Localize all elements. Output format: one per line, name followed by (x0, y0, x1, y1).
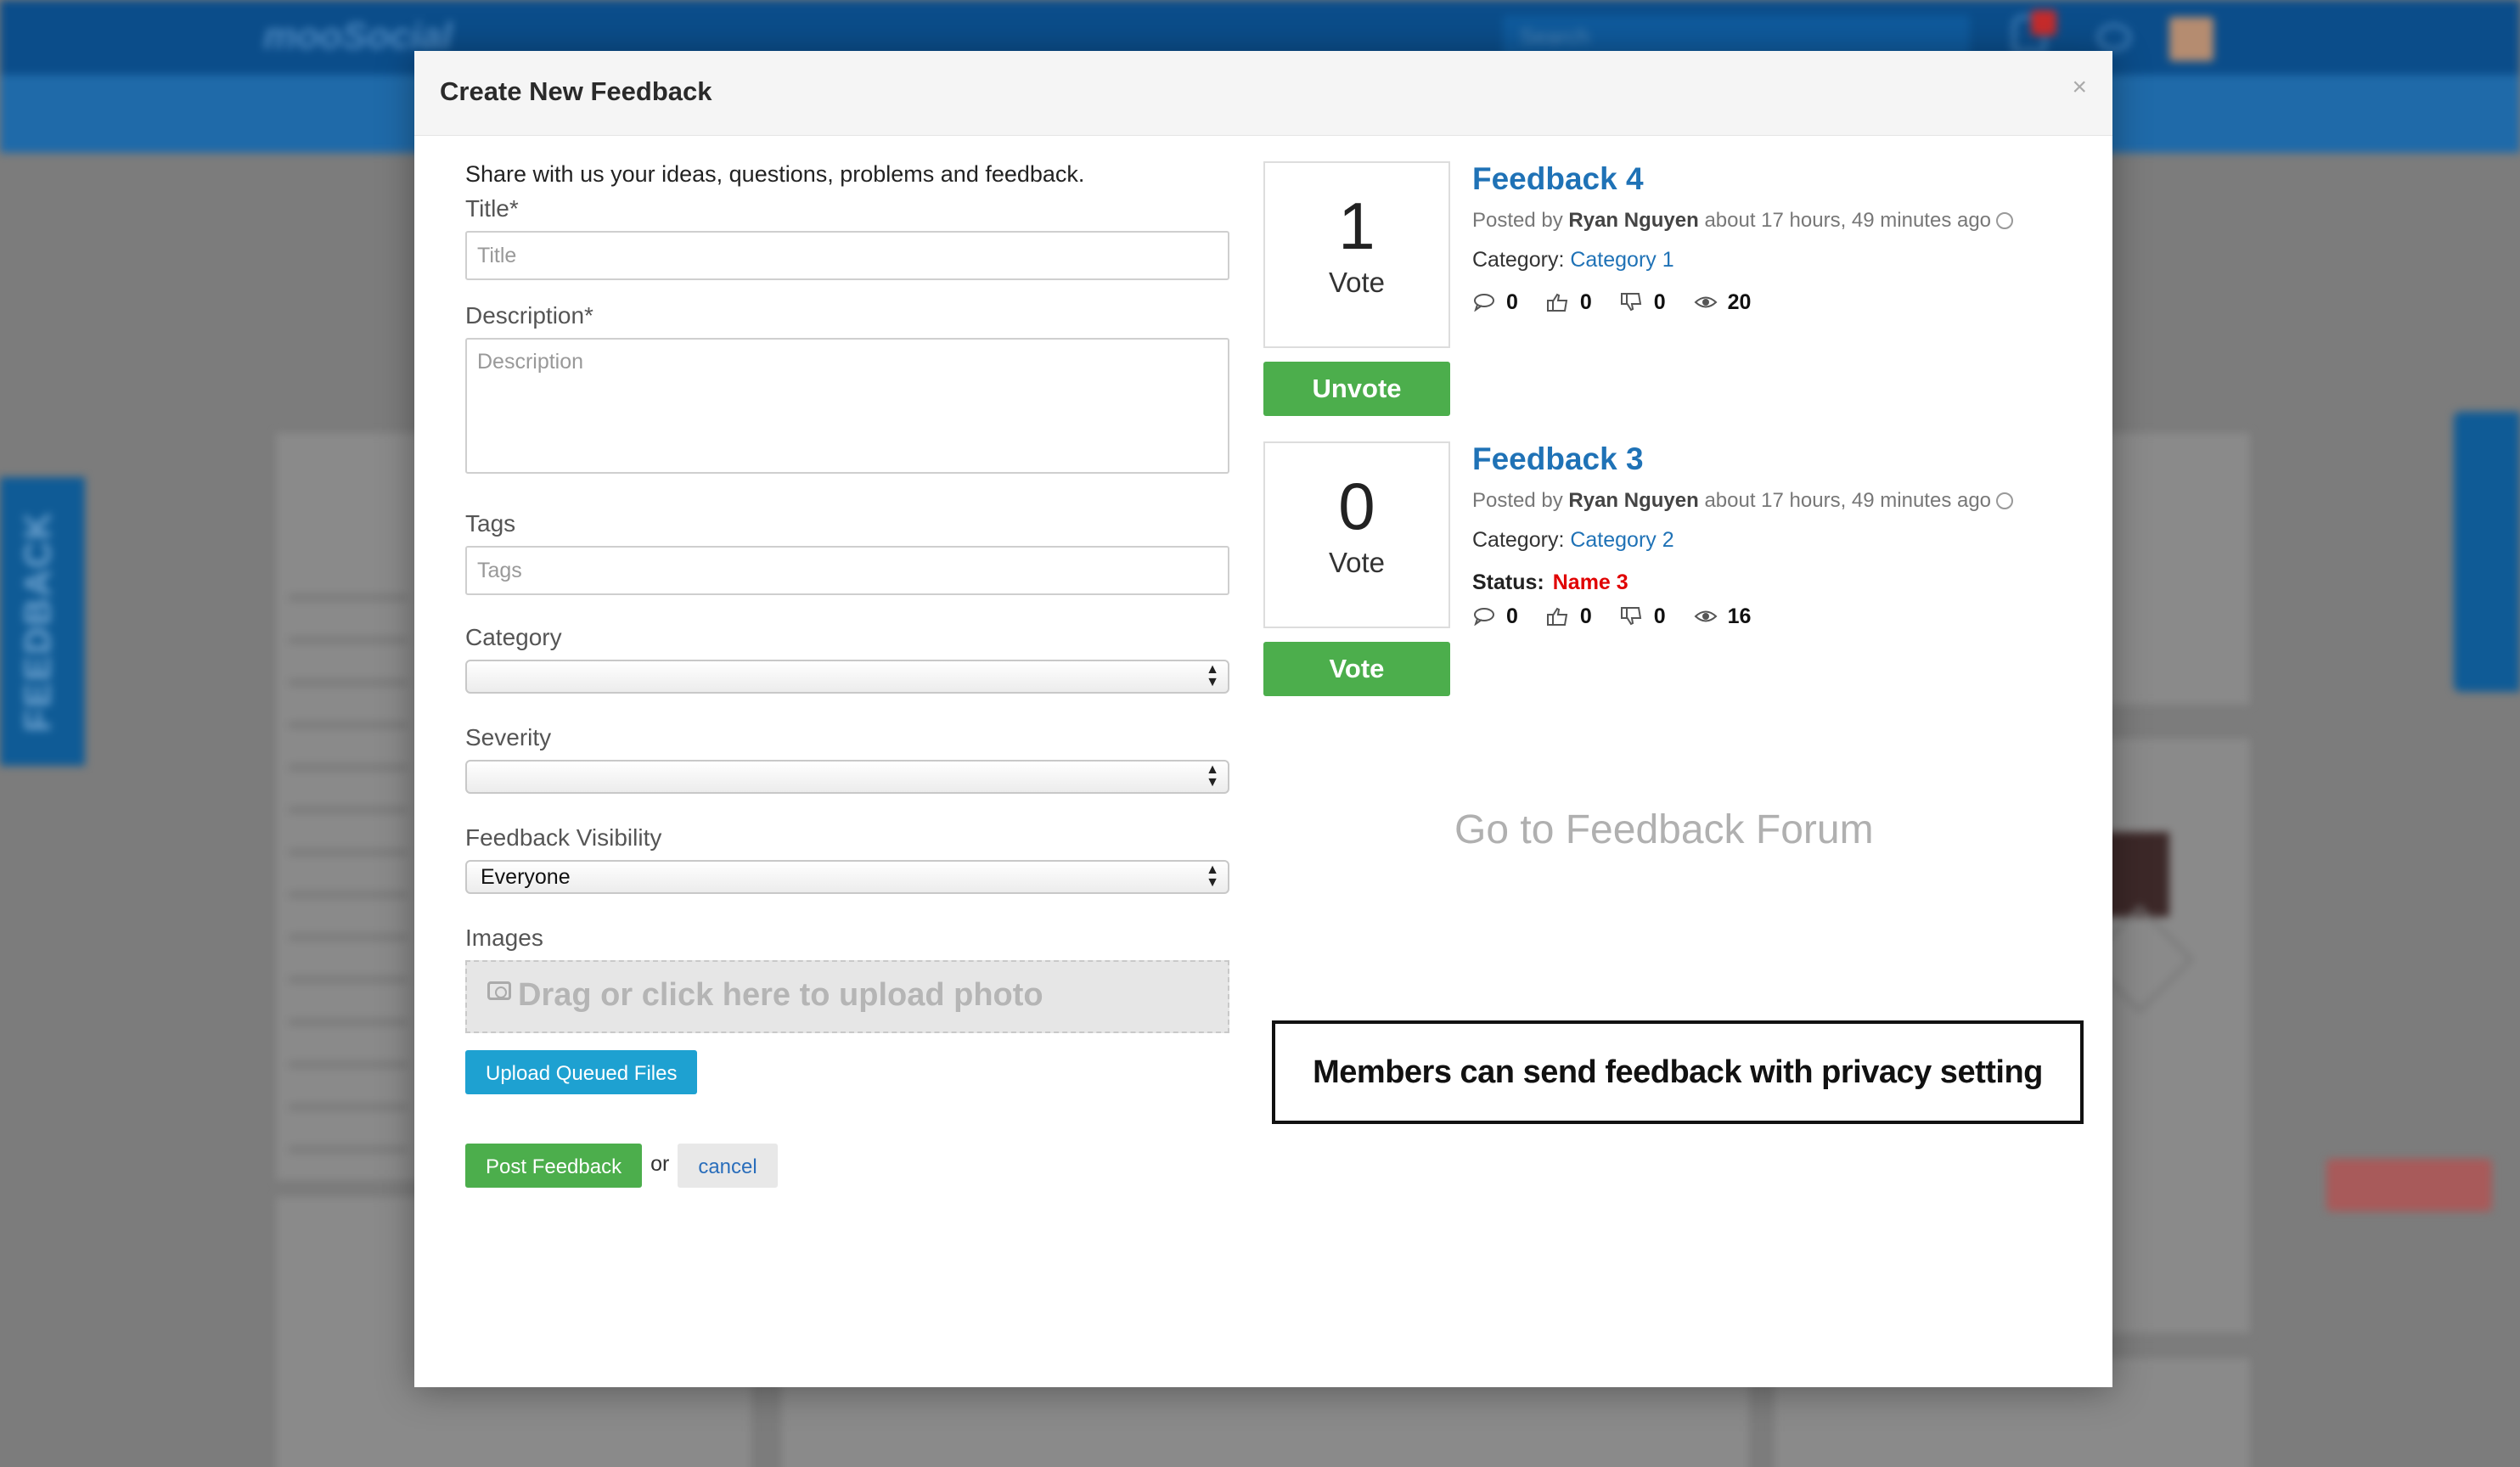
severity-label: Severity (465, 724, 552, 750)
view-count: 16 (1727, 604, 1752, 628)
feedback-item: 1 Vote Unvote Feedback 4 Posted by Ryan … (1263, 161, 2078, 433)
comment-count: 0 (1506, 604, 1518, 628)
eye-icon (1694, 296, 1718, 308)
thumbs-up-icon (1546, 293, 1568, 312)
vote-count: 0 (1338, 469, 1375, 543)
feedback-meta: Posted by Ryan Nguyen about 17 hours, 49… (1472, 209, 2014, 233)
severity-select[interactable]: ▲ ▼ (465, 760, 1229, 794)
category-link[interactable]: Category 1 (1570, 248, 1673, 272)
right-toolbar (2454, 412, 2520, 692)
vote-count-box: 0 Vote (1263, 441, 1450, 628)
posted-time: about 17 hours, 49 minutes ago (1704, 209, 1992, 232)
select-arrows-icon: ▲ ▼ (1206, 762, 1219, 790)
select-arrows-icon: ▲ ▼ (1206, 662, 1219, 689)
cancel-button[interactable]: cancel (678, 1144, 778, 1188)
feedback-title-link[interactable]: Feedback 3 (1472, 441, 1644, 477)
vote-count: 1 (1338, 188, 1375, 263)
dislike-count: 0 (1653, 290, 1666, 314)
close-icon[interactable]: × (2072, 73, 2087, 102)
category-label: Category (465, 624, 562, 650)
tags-label: Tags (465, 510, 516, 537)
vote-button[interactable]: Vote (1263, 642, 1450, 696)
feedback-category: Category: Category 1 (1472, 248, 1674, 273)
images-label: Images (465, 925, 543, 951)
intro-text: Share with us your ideas, questions, pro… (465, 161, 1085, 187)
user-avatar (2169, 17, 2213, 61)
view-count: 20 (1727, 290, 1752, 314)
upload-queued-files-button[interactable]: Upload Queued Files (465, 1050, 698, 1094)
feedback-status: Status: Name 3 (1472, 570, 1628, 595)
thumbs-down-icon (1620, 607, 1641, 626)
category-link[interactable]: Category 2 (1570, 528, 1673, 552)
back-to-top-button (2326, 1159, 2492, 1211)
title-input[interactable] (465, 231, 1229, 280)
posted-by-text: Posted by (1472, 489, 1563, 512)
thumbs-up-icon (1546, 607, 1568, 626)
feedback-form: Share with us your ideas, questions, pro… (465, 161, 1229, 1188)
chat-icon (2097, 24, 2131, 51)
post-feedback-button[interactable]: Post Feedback (465, 1144, 643, 1188)
camera-icon (487, 981, 511, 1000)
title-label: Title* (465, 195, 519, 222)
upload-text: Drag or click here to upload photo (518, 977, 1043, 1013)
category-label: Category: (1472, 248, 1565, 272)
category-label: Category: (1472, 528, 1565, 552)
dislike-count: 0 (1653, 604, 1666, 628)
unvote-button[interactable]: Unvote (1263, 362, 1450, 416)
description-input[interactable] (465, 338, 1229, 474)
globe-icon (1996, 492, 2014, 509)
author-link[interactable]: Ryan Nguyen (1568, 489, 1698, 512)
feedback-meta: Posted by Ryan Nguyen about 17 hours, 49… (1472, 489, 2014, 513)
or-text: or (650, 1152, 670, 1176)
posted-by-text: Posted by (1472, 209, 1563, 232)
author-link[interactable]: Ryan Nguyen (1568, 209, 1698, 232)
posted-time: about 17 hours, 49 minutes ago (1704, 489, 1992, 512)
vote-count-box: 1 Vote (1263, 161, 1450, 348)
feedback-title-link[interactable]: Feedback 4 (1472, 161, 1644, 197)
like-count: 0 (1579, 604, 1592, 628)
like-count: 0 (1579, 290, 1592, 314)
sidebar-menu (289, 569, 408, 1163)
visibility-select-value: Everyone (481, 865, 571, 889)
modal-header: Create New Feedback × (414, 51, 2112, 136)
feedback-stats: 0 0 0 20 (1472, 290, 1751, 315)
status-badge: Name 3 (1552, 570, 1628, 594)
globe-icon (1996, 212, 2014, 229)
comment-count: 0 (1506, 290, 1518, 314)
thumbs-down-icon (1620, 293, 1641, 312)
annotation-callout: Members can send feedback with privacy s… (1272, 1020, 2084, 1124)
create-feedback-modal: Create New Feedback × Share with us your… (414, 51, 2112, 1387)
description-label: Description* (465, 302, 593, 329)
vote-label: Vote (1328, 267, 1386, 298)
feedback-category: Category: Category 2 (1472, 528, 1674, 553)
upload-actions: Upload Queued Files (465, 1050, 1229, 1094)
select-arrows-icon: ▲ ▼ (1206, 863, 1219, 890)
feedback-side-tab-label: FEEDBACK (17, 510, 59, 732)
visibility-label: Feedback Visibility (465, 824, 662, 851)
feedback-stats: 0 0 0 16 (1472, 604, 1751, 629)
feedback-item: 0 Vote Vote Feedback 3 Posted by Ryan Ng… (1263, 441, 2078, 713)
tags-input[interactable] (465, 546, 1229, 595)
vote-label: Vote (1328, 547, 1386, 578)
comment-icon (1474, 294, 1494, 312)
modal-title: Create New Feedback (440, 76, 712, 106)
comment-icon (1474, 608, 1494, 626)
eye-icon (1694, 610, 1718, 622)
notification-badge (2031, 10, 2056, 36)
visibility-select[interactable]: Everyone ▲ ▼ (465, 860, 1229, 894)
category-select[interactable]: ▲ ▼ (465, 660, 1229, 694)
feedback-forum-link[interactable]: Go to Feedback Forum (1454, 807, 1874, 853)
form-actions: Post Feedback or cancel (465, 1144, 1229, 1188)
photo-upload-dropzone[interactable]: Drag or click here to upload photo (465, 960, 1229, 1033)
feedback-side-tab: FEEDBACK (0, 477, 85, 766)
status-label: Status: (1472, 570, 1544, 594)
